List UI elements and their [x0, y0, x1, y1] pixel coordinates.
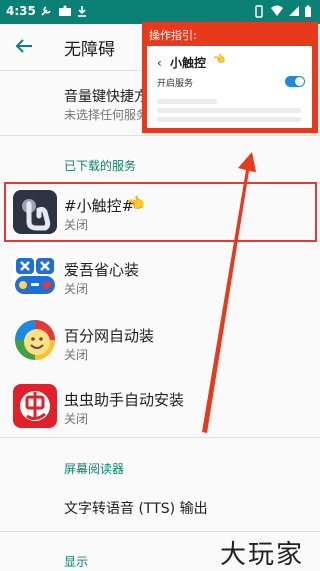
placeholder-bar	[157, 108, 301, 113]
guide-card-title: 小触控	[170, 56, 207, 70]
pointing-hand-icon: 👈	[213, 54, 226, 65]
chevron-left-icon: ‹	[157, 56, 162, 70]
placeholder-bar	[157, 99, 217, 104]
watermark-logo: 大玩家	[220, 540, 305, 570]
guide-card: ‹ 小触控 👈 开启服务	[147, 46, 312, 128]
guide-popup: 操作指引: ‹ 小触控 👈 开启服务	[142, 22, 318, 133]
placeholder-bar	[157, 117, 301, 122]
guide-switch-label: 开启服务	[157, 79, 194, 89]
guide-label: 操作指引:	[149, 29, 197, 42]
guide-toggle-switch	[285, 76, 305, 87]
